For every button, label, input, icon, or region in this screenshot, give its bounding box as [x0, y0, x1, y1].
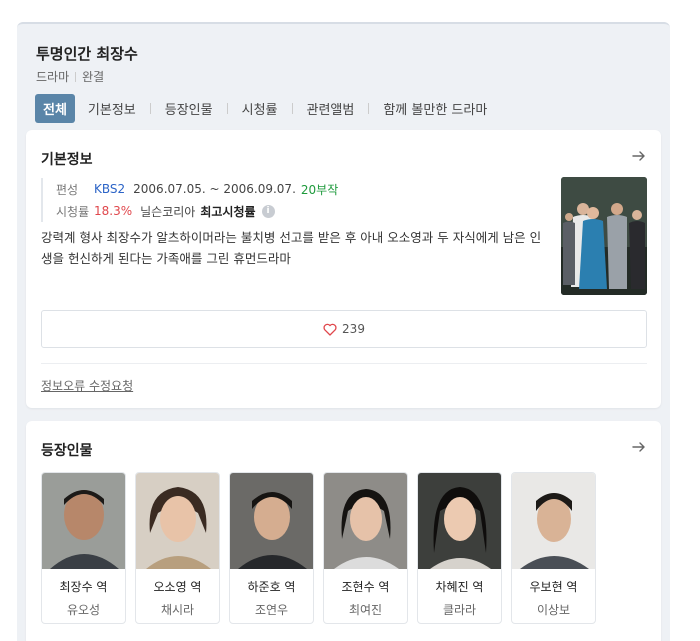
- episode-count: 20부작: [300, 182, 339, 197]
- info-icon[interactable]: [261, 204, 275, 218]
- cast-actor: 최여진: [348, 603, 383, 617]
- rating-row: 시청률 18.3% 닐슨코리아 최고시청률: [56, 200, 338, 222]
- cast-role: 조현수 역: [341, 580, 390, 594]
- cast-list: 최장수 역 유오성 오소영 역 채시라 하준호 역 조연우 조현수 역 최여진 …: [41, 472, 605, 624]
- rating-source: 닐슨코리아: [140, 204, 196, 219]
- arrow-right-icon[interactable]: [631, 148, 647, 164]
- like-count: 239: [342, 322, 365, 336]
- tab-divider: [368, 103, 370, 114]
- cast-member[interactable]: 하준호 역 조연우: [229, 472, 314, 624]
- tab-related-dramas[interactable]: 함께 볼만한 드라마: [381, 99, 489, 118]
- cast-role: 오소영 역: [153, 580, 202, 594]
- cast-role: 하준호 역: [247, 580, 296, 594]
- tab-ratings[interactable]: 시청률: [240, 99, 280, 118]
- cast-member[interactable]: 우보현 역 이상보: [511, 472, 596, 624]
- rating-note: 최고시청률: [200, 204, 256, 219]
- basic-info-title[interactable]: 기본정보: [41, 149, 93, 169]
- rating-label: 시청률: [56, 204, 90, 219]
- broadcast-row: 편성 KBS2 2006.07.05. ~ 2006.09.07. 20부작: [56, 178, 338, 200]
- status-label: 완결: [82, 70, 105, 84]
- basic-info-card: 기본정보 편성 KBS2 2006.07.05. ~ 2006.09.07. 2…: [26, 130, 661, 408]
- like-button[interactable]: 239: [41, 310, 647, 348]
- poster-image: [561, 177, 647, 295]
- tab-basic-info[interactable]: 기본정보: [86, 99, 138, 118]
- actor-photo: [512, 473, 595, 569]
- divider: [41, 363, 647, 364]
- cast-role: 우보현 역: [529, 580, 578, 594]
- drama-poster[interactable]: [561, 177, 647, 295]
- actor-photo: [418, 473, 501, 569]
- arrow-right-icon[interactable]: [631, 439, 647, 455]
- heart-icon: [323, 323, 337, 336]
- cast-actor: 조연우: [254, 603, 289, 617]
- cast-member[interactable]: 차혜진 역 클라라: [417, 472, 502, 624]
- tab-divider: [291, 103, 293, 114]
- tab-all[interactable]: 전체: [35, 94, 75, 123]
- tab-cast[interactable]: 등장인물: [163, 99, 215, 118]
- drama-info-panel: 투명인간 최장수 드라마 완결 전체 기본정보 등장인물 시청률 관련앨범 함께…: [17, 22, 670, 641]
- actor-photo: [136, 473, 219, 569]
- cast-actor: 유오성: [66, 603, 101, 617]
- genre-label: 드라마: [36, 70, 70, 84]
- broadcast-label: 편성: [56, 182, 79, 197]
- cast-member[interactable]: 조현수 역 최여진: [323, 472, 408, 624]
- tab-divider: [226, 103, 228, 114]
- broadcast-period: 2006.07.05. ~ 2006.09.07.: [133, 182, 296, 196]
- tab-albums[interactable]: 관련앨범: [305, 99, 357, 118]
- cast-title[interactable]: 등장인물: [41, 440, 93, 460]
- cast-role: 최장수 역: [59, 580, 108, 594]
- drama-description: 강력계 형사 최장수가 알츠하이머라는 불치병 선고를 받은 후 아내 오소영과…: [41, 230, 542, 266]
- cast-member[interactable]: 최장수 역 유오성: [41, 472, 126, 624]
- drama-meta: 드라마 완결: [36, 68, 104, 85]
- cast-actor: 이상보: [536, 603, 571, 617]
- info-rows: 편성 KBS2 2006.07.05. ~ 2006.09.07. 20부작 시…: [41, 178, 338, 222]
- cast-actor: 클라라: [442, 603, 477, 617]
- page-title: 투명인간 최장수: [36, 45, 138, 63]
- actor-photo: [230, 473, 313, 569]
- cast-card: 등장인물 최장수 역 유오성 오소영 역 채시라 하준호 역 조연우 조현수 역…: [26, 421, 661, 641]
- tab-bar: 전체 기본정보 등장인물 시청률 관련앨범 함께 볼만한 드라마: [35, 94, 489, 123]
- channel-link[interactable]: KBS2: [94, 182, 125, 196]
- rating-value: 18.3%: [94, 204, 133, 218]
- actor-photo: [42, 473, 125, 569]
- tab-divider: [149, 103, 151, 114]
- cast-role: 차혜진 역: [435, 580, 484, 594]
- meta-divider: [75, 71, 77, 82]
- report-error-link[interactable]: 정보오류 수정요청: [41, 377, 133, 394]
- cast-actor: 채시라: [160, 603, 195, 617]
- cast-member[interactable]: 오소영 역 채시라: [135, 472, 220, 624]
- actor-photo: [324, 473, 407, 569]
